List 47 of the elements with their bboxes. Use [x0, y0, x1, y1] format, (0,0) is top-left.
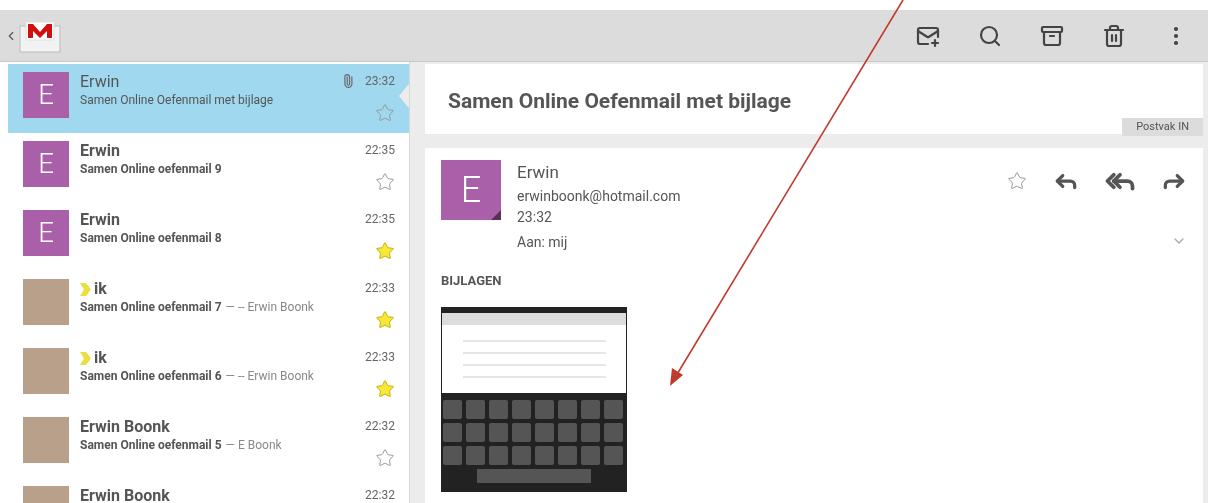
label-tag: Postvak IN	[1122, 117, 1203, 136]
email-subject: Samen Online oefenmail 5	[80, 438, 222, 452]
email-time: 22:33	[365, 349, 395, 366]
sender-name: ik	[94, 348, 107, 368]
email-snippet: — -- Erwin Boonk	[225, 369, 314, 383]
email-subject: Samen Online oefenmail 8	[80, 231, 222, 245]
letter-avatar: E	[23, 72, 69, 118]
email-time: 22:32	[365, 487, 395, 503]
sender-name: ik	[94, 279, 107, 299]
email-time: 22:32	[365, 418, 395, 435]
letter-avatar: E	[23, 141, 69, 187]
email-snippet: — E Boonk	[225, 438, 282, 452]
email-subject: Samen Online oefenmail 7	[80, 300, 222, 314]
star-icon[interactable]	[375, 379, 395, 399]
star-icon[interactable]	[375, 172, 395, 192]
star-icon[interactable]	[1007, 171, 1027, 191]
photo-placeholder	[23, 348, 69, 394]
email-time: 23:32	[365, 73, 395, 90]
recipients: Aan: mij	[517, 232, 569, 252]
star-icon[interactable]	[375, 241, 395, 261]
letter-avatar: E	[23, 210, 69, 256]
star-icon[interactable]	[375, 310, 395, 330]
conversation-subject: Samen Online Oefenmail met bijlage	[447, 88, 793, 115]
email-row[interactable]: E Erwin Samen Online Oefenmail met bijlage 23:32	[8, 64, 409, 133]
sender-email: erwinboonk@hotmail.com	[517, 186, 681, 206]
sender-name: Erwin	[80, 72, 120, 92]
letter-avatar: E	[441, 160, 501, 220]
email-time: 22:35	[365, 142, 395, 159]
email-subject: Samen Online oefenmail 9	[80, 162, 222, 176]
sender-name: Erwin Boonk	[80, 486, 170, 503]
avatar-corner-icon	[491, 210, 501, 220]
email-subject: Samen Online Oefenmail met bijlage	[80, 93, 274, 107]
attachments-heading: BIJLAGEN	[441, 271, 503, 290]
star-icon[interactable]	[375, 103, 395, 123]
sender-name: Erwin Boonk	[80, 417, 170, 437]
email-snippet: — -- Erwin Boonk	[225, 300, 314, 314]
sender-name: Erwin	[80, 141, 120, 161]
sender-name: Erwin	[80, 210, 120, 230]
photo-placeholder	[23, 279, 69, 325]
message-sender: Erwin	[517, 161, 560, 184]
message-time: 23:32	[517, 207, 553, 227]
email-time: 22:35	[365, 211, 395, 228]
photo-placeholder	[23, 417, 69, 463]
attachment-thumbnail[interactable]	[441, 307, 627, 492]
email-time: 22:33	[365, 280, 395, 297]
email-subject: Samen Online oefenmail 6	[80, 369, 222, 383]
star-icon[interactable]	[375, 448, 395, 468]
